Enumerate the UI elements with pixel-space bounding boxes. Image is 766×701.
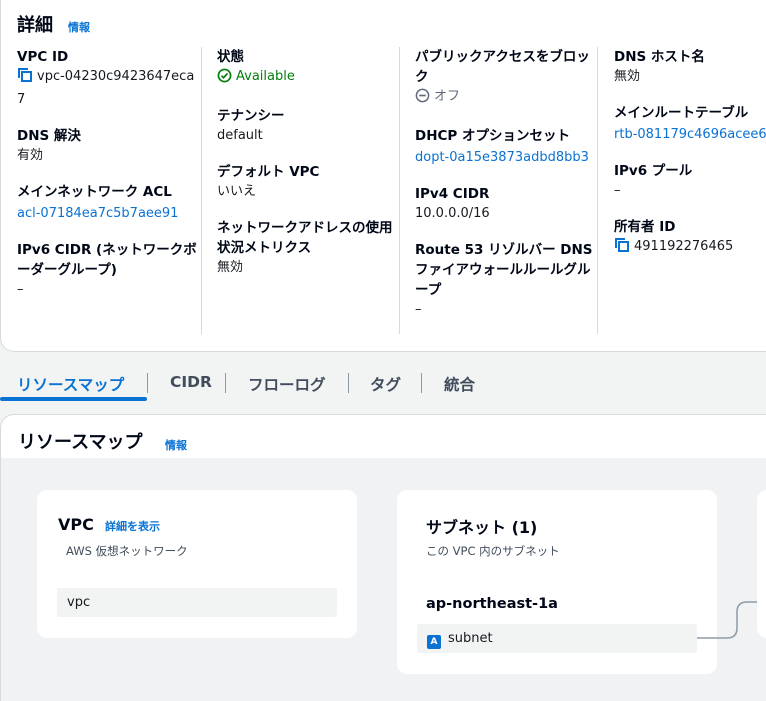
field-main-network-acl: メインネットワーク ACL acl-07184ea7c5b7aee91 (17, 182, 202, 224)
owner-id-value: 491192276465 (634, 239, 734, 254)
subnet-az-badge-icon: A (427, 635, 441, 649)
tab-separator (225, 373, 226, 393)
field-value: – (415, 302, 422, 317)
vpc-card-subtitle: AWS 仮想ネットワーク (66, 544, 188, 558)
field-value: default (217, 128, 263, 143)
field-label: 状態 (217, 49, 244, 65)
subnet-card-subtitle: この VPC 内のサブネット (426, 544, 560, 558)
block-public-access-value: オフ (434, 89, 461, 104)
field-label: Route 53 リゾルバー DNS ファイアウォールルールグループ (415, 242, 593, 298)
tab-separator (348, 373, 349, 393)
field-label: DNS 解決 (17, 128, 81, 144)
field-value: 無効 (217, 260, 244, 275)
field-dns-hostnames: DNS ホスト名 無効 (614, 47, 766, 87)
tab-separator (421, 373, 422, 393)
subnet-item[interactable]: Asubnet (417, 624, 697, 653)
field-value: – (614, 183, 621, 198)
field-value: – (17, 282, 24, 297)
field-label: IPv6 CIDR (ネットワークボーダーグループ) (17, 242, 197, 278)
field-value: 有効 (17, 148, 44, 163)
field-route53-firewall: Route 53 リゾルバー DNS ファイアウォールルールグループ – (415, 240, 600, 320)
field-default-vpc: デフォルト VPC いいえ (217, 162, 402, 202)
field-dhcp-option-set: DHCP オプションセット dopt-0a15e3873adbd8bb3 (415, 126, 600, 168)
details-info-link[interactable]: 情報 (68, 19, 90, 35)
subnet-card: サブネット (1) この VPC 内のサブネット ap-northeast-1a… (397, 490, 717, 674)
connector-line (697, 601, 766, 639)
resource-map-title: リソースマップ (18, 432, 143, 453)
minus-circle-icon (415, 88, 430, 110)
field-ipv6-pool: IPv6 プール – (614, 161, 766, 201)
field-block-public-access: パブリックアクセスをブロック オフ (415, 47, 600, 110)
details-column-1: VPC ID vpc-04230c9423647eca7 DNS 解決 有効 メ… (17, 47, 202, 316)
column-divider (201, 47, 202, 334)
field-dns-resolution: DNS 解決 有効 (17, 126, 202, 166)
resource-map-info-link[interactable]: 情報 (165, 437, 187, 453)
field-ipv6-cidr: IPv6 CIDR (ネットワークボーダーグループ) – (17, 240, 202, 300)
details-column-2: 状態 Available テナンシー default デフォルト VPC いいえ… (217, 47, 402, 294)
main-network-acl-link[interactable]: acl-07184ea7c5b7aee91 (17, 206, 178, 221)
field-tenancy: テナンシー default (217, 106, 402, 146)
status-available: Available (236, 69, 295, 84)
field-label: メインネットワーク ACL (17, 184, 172, 200)
field-label: メインルートテーブル (614, 105, 749, 121)
vpc-card-title: VPC (58, 515, 94, 534)
field-owner-id: 所有者 ID 491192276465 (614, 217, 766, 260)
route-table-card-partial (757, 490, 766, 638)
field-label: DNS ホスト名 (614, 49, 705, 65)
field-label: IPv6 プール (614, 163, 693, 179)
tab-cidr[interactable]: CIDR (170, 373, 212, 391)
tab-resource-map[interactable]: リソースマップ (17, 373, 124, 395)
tab-separator (147, 373, 148, 393)
dhcp-option-set-link[interactable]: dopt-0a15e3873adbd8bb3 (415, 150, 589, 165)
field-label: デフォルト VPC (217, 164, 320, 180)
subnet-card-title: サブネット (1) (426, 518, 538, 537)
copy-icon[interactable] (614, 237, 630, 260)
details-column-3: パブリックアクセスをブロック オフ DHCP オプションセット dopt-0a1… (415, 47, 600, 336)
field-label: パブリックアクセスをブロック (415, 49, 590, 85)
vpc-item[interactable]: vpc (57, 588, 337, 617)
column-divider (597, 47, 598, 334)
vpc-card: VPC 詳細を表示 AWS 仮想ネットワーク vpc (37, 490, 357, 638)
field-vpc-id: VPC ID vpc-04230c9423647eca7 (17, 47, 202, 110)
field-value: 無効 (614, 69, 641, 84)
view-details-link[interactable]: 詳細を表示 (105, 520, 160, 533)
field-value: いいえ (217, 184, 257, 199)
field-ipv4-cidr: IPv4 CIDR 10.0.0.0/16 (415, 184, 600, 224)
tab-integrations[interactable]: 統合 (444, 373, 475, 395)
field-value: 10.0.0.0/16 (415, 206, 490, 221)
subnet-item-label: subnet (448, 631, 493, 646)
field-main-route-table: メインルートテーブル rtb-081179c4696acee6 (614, 103, 766, 145)
copy-icon[interactable] (17, 67, 33, 90)
field-network-address-usage: ネットワークアドレスの使用状況メトリクス 無効 (217, 218, 402, 278)
availability-zone-title: ap-northeast-1a (426, 596, 558, 612)
field-state: 状態 Available (217, 47, 402, 90)
active-tab-indicator (0, 397, 147, 401)
field-label: 所有者 ID (614, 219, 676, 235)
check-circle-icon (217, 68, 232, 90)
main-route-table-link[interactable]: rtb-081179c4696acee6 (614, 127, 766, 142)
tab-tags[interactable]: タグ (370, 373, 401, 395)
field-label: DHCP オプションセット (415, 128, 571, 144)
field-label: テナンシー (217, 108, 285, 124)
tab-flow-logs[interactable]: フローログ (248, 373, 326, 395)
field-label: ネットワークアドレスの使用状況メトリクス (217, 220, 393, 256)
details-column-4: DNS ホスト名 無効 メインルートテーブル rtb-081179c4696ac… (614, 47, 766, 276)
vpc-id-value: vpc-04230c9423647eca7 (17, 69, 195, 107)
column-divider (399, 47, 400, 334)
details-title: 詳細 (17, 15, 53, 36)
field-label: IPv4 CIDR (415, 186, 490, 202)
field-label: VPC ID (17, 49, 69, 65)
